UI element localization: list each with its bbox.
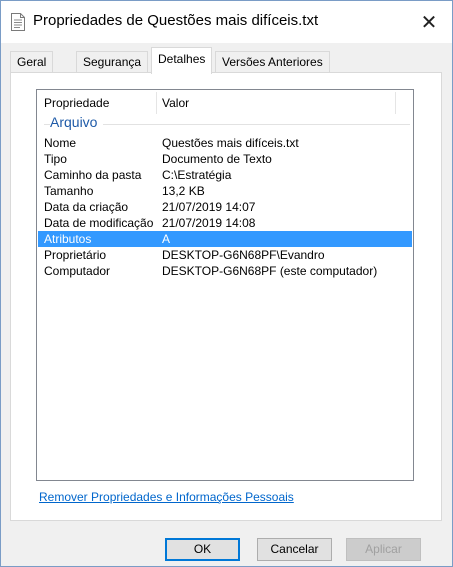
group-header-arquivo: Arquivo <box>44 114 410 132</box>
apply-button[interactable]: Aplicar <box>346 538 421 561</box>
properties-dialog: Propriedades de Questões mais difíceis.t… <box>0 0 453 567</box>
property-value: 13,2 KB <box>162 184 205 198</box>
remove-properties-link[interactable]: Remover Propriedades e Informações Pesso… <box>39 490 294 504</box>
list-row-computador[interactable]: Computador DESKTOP-G6N68PF (este computa… <box>37 263 403 279</box>
list-row-atributos[interactable]: Atributos A <box>38 231 412 247</box>
window-title: Propriedades de Questões mais difíceis.t… <box>33 12 319 29</box>
ok-button[interactable]: OK <box>165 538 240 561</box>
tab-geral[interactable]: Geral <box>10 51 54 72</box>
property-value: 21/07/2019 14:07 <box>162 200 256 214</box>
title-bar[interactable]: Propriedades de Questões mais difíceis.t… <box>1 1 452 43</box>
property-value: C:\Estratégia <box>162 168 232 182</box>
property-name: Atributos <box>44 232 92 246</box>
list-row-nome[interactable]: Nome Questões mais difíceis.txt <box>37 135 403 151</box>
column-divider[interactable] <box>156 92 157 114</box>
column-header-property[interactable]: Propriedade <box>44 90 109 116</box>
tab-versoes-anteriores[interactable]: Versões Anteriores <box>215 51 330 72</box>
details-panel: Propriedade Valor Arquivo Nome Questões … <box>10 72 442 521</box>
list-row-tipo[interactable]: Tipo Documento de Texto <box>37 151 403 167</box>
tab-seguranca[interactable]: Segurança <box>76 51 149 72</box>
property-value: DESKTOP-G6N68PF (este computador) <box>162 264 378 278</box>
property-name: Caminho da pasta <box>44 168 142 182</box>
close-icon: ✕ <box>420 11 438 34</box>
property-value: Documento de Texto <box>162 152 272 166</box>
property-name: Tamanho <box>44 184 94 198</box>
property-value: DESKTOP-G6N68PF\Evandro <box>162 248 325 262</box>
property-name: Nome <box>44 136 77 150</box>
column-header-value[interactable]: Valor <box>162 90 189 116</box>
property-name: Data da criação <box>44 200 129 214</box>
list-row-caminho[interactable]: Caminho da pasta C:\Estratégia <box>37 167 403 183</box>
tab-strip: Geral Segurança Detalhes Versões Anterio… <box>10 47 442 74</box>
group-label: Arquivo <box>50 114 104 130</box>
close-button[interactable]: ✕ <box>406 1 452 43</box>
text-document-icon <box>11 13 25 31</box>
property-name: Tipo <box>44 152 67 166</box>
property-value: Questões mais difíceis.txt <box>162 136 299 150</box>
property-name: Data de modificação <box>44 216 154 230</box>
property-name: Computador <box>44 264 111 278</box>
list-row-proprietario[interactable]: Proprietário DESKTOP-G6N68PF\Evandro <box>37 247 403 263</box>
cancel-button[interactable]: Cancelar <box>257 538 332 561</box>
list-row-data-modificacao[interactable]: Data de modificação 21/07/2019 14:08 <box>37 215 403 231</box>
list-row-data-criacao[interactable]: Data da criação 21/07/2019 14:07 <box>37 199 403 215</box>
property-value: 21/07/2019 14:08 <box>162 216 256 230</box>
list-row-tamanho[interactable]: Tamanho 13,2 KB <box>37 183 403 199</box>
list-header: Propriedade Valor <box>37 90 413 116</box>
tab-detalhes[interactable]: Detalhes <box>151 47 213 74</box>
property-name: Proprietário <box>44 248 107 262</box>
property-value: A <box>162 232 171 246</box>
column-divider[interactable] <box>395 92 396 114</box>
properties-list[interactable]: Propriedade Valor Arquivo Nome Questões … <box>36 89 414 481</box>
